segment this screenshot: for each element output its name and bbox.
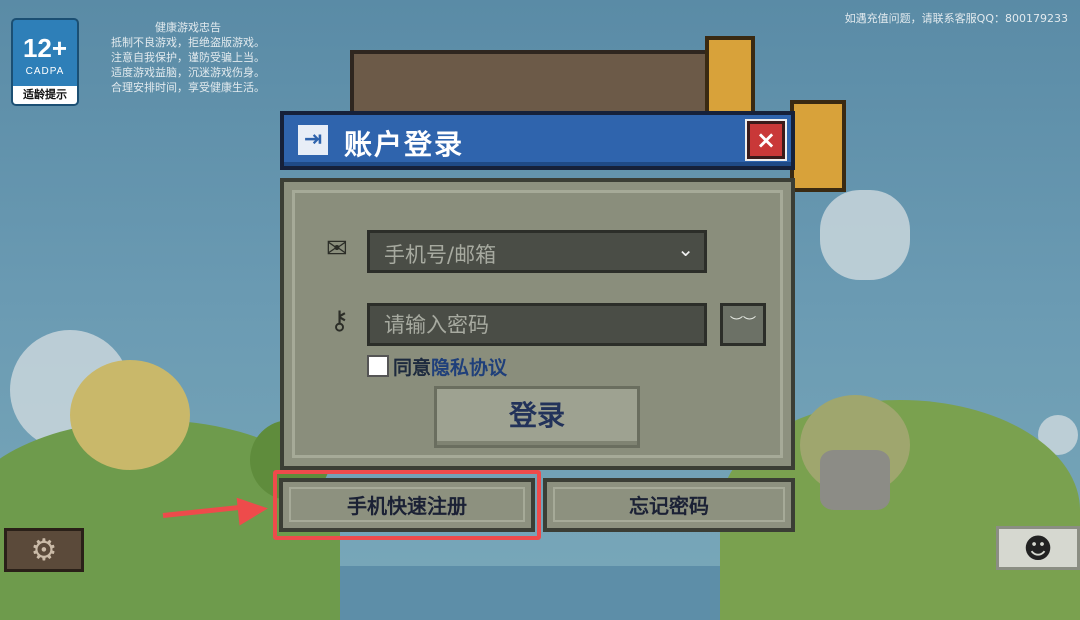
- age-rating-badge: 12+ CADPA 适龄提示: [11, 18, 79, 106]
- tree: [820, 450, 890, 510]
- key-icon: ⚷: [330, 306, 350, 336]
- eye-closed-icon[interactable]: ︶︶: [720, 303, 766, 346]
- privacy-policy-link[interactable]: 隐私协议: [431, 357, 507, 379]
- health-notice: 健康游戏忠告 抵制不良游戏，拒绝盗版游戏。 注意自我保护，谨防受骗上当。 适度游…: [88, 20, 288, 95]
- forgot-password-button[interactable]: 忘记密码: [543, 478, 795, 532]
- health-notice-line: 合理安排时间，享受健康生活。: [111, 81, 265, 94]
- login-icon: ⇥: [298, 125, 328, 155]
- tree: [70, 360, 190, 470]
- health-notice-line: 注意自我保护，谨防受骗上当。: [111, 51, 265, 64]
- support-text: 如遇充值问题，请联系客服QQ：800179233: [844, 12, 1068, 25]
- cloud: [820, 190, 910, 280]
- age-rating-number: 12+: [22, 33, 68, 63]
- close-button[interactable]: ×: [745, 119, 787, 161]
- agree-label: 同意隐私协议: [393, 353, 507, 380]
- health-notice-title: 健康游戏忠告: [155, 21, 221, 34]
- avatar-icon[interactable]: ☻: [996, 526, 1080, 570]
- age-rating-caption: 适龄提示: [13, 86, 77, 104]
- account-select[interactable]: 手机号/邮箱 ⌄: [367, 230, 707, 273]
- account-placeholder: 手机号/邮箱: [384, 243, 497, 267]
- chevron-down-icon: ⌄: [677, 237, 694, 261]
- health-notice-line: 抵制不良游戏，拒绝盗版游戏。: [111, 36, 265, 49]
- arrow-annotation-head: [236, 494, 270, 526]
- age-rating-org: CADPA: [25, 66, 65, 77]
- agree-checkbox[interactable]: [367, 355, 389, 377]
- health-notice-line: 适度游戏益脑，沉迷游戏伤身。: [111, 66, 265, 79]
- password-input[interactable]: [367, 303, 707, 346]
- dialog-title: 账户登录: [344, 128, 465, 161]
- login-button[interactable]: 登录: [434, 386, 640, 448]
- game-logo-sword: [790, 100, 846, 192]
- forgot-password-label: 忘记密码: [553, 487, 785, 522]
- highlight-box: [273, 470, 541, 540]
- agree-prefix: 同意: [393, 357, 432, 379]
- login-dialog-header: ⇥ 账户登录 ×: [280, 111, 795, 170]
- settings-icon[interactable]: ⚙: [4, 528, 84, 572]
- mail-icon: ✉: [326, 234, 348, 264]
